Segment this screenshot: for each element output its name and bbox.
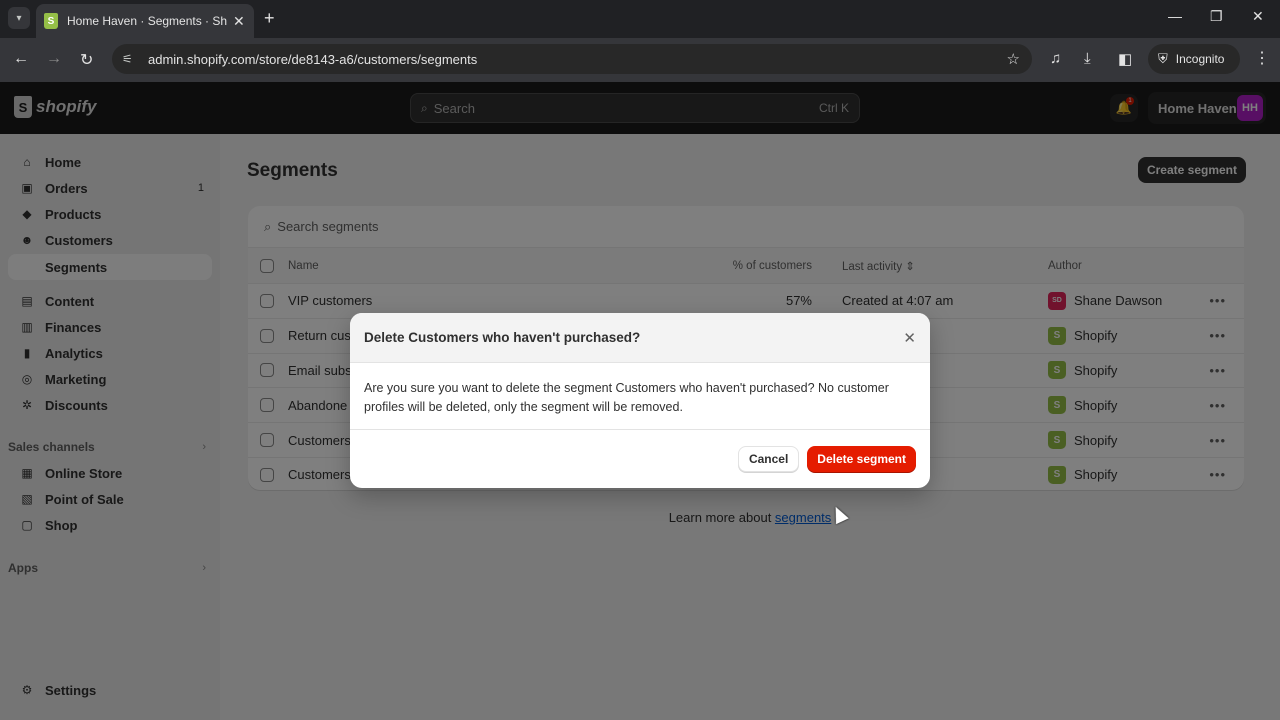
- tab-close-icon[interactable]: ✕: [233, 13, 245, 30]
- cancel-button[interactable]: Cancel: [737, 446, 800, 472]
- browser-menu-icon[interactable]: ⋮: [1254, 48, 1270, 68]
- browser-toolbar: ← → ↻ ⚟ admin.shopify.com/store/de8143-a…: [0, 38, 1280, 82]
- tab-title: Home Haven · Segments · Shopify: [67, 14, 227, 28]
- browser-tab-active[interactable]: S Home Haven · Segments · Shopify ✕: [36, 4, 254, 38]
- delete-segment-modal: Delete Customers who haven't purchased? …: [350, 313, 930, 488]
- modal-close-icon[interactable]: ✕: [903, 329, 916, 347]
- side-panel-icon[interactable]: ◧: [1118, 50, 1132, 68]
- window-close-icon[interactable]: ✕: [1252, 8, 1264, 25]
- shopify-favicon-icon: S: [44, 13, 58, 29]
- modal-footer: Cancel Delete segment: [350, 430, 930, 488]
- modal-title: Delete Customers who haven't purchased?: [364, 330, 641, 345]
- browser-tab-strip: ▾ S Home Haven · Segments · Shopify ✕ + …: [0, 0, 1280, 38]
- incognito-label: Incognito: [1175, 52, 1225, 66]
- modal-body-text: Are you sure you want to delete the segm…: [350, 363, 930, 430]
- url-text[interactable]: admin.shopify.com/store/de8143-a6/custom…: [148, 52, 477, 67]
- reload-icon[interactable]: ↻: [80, 50, 93, 70]
- bookmark-star-icon[interactable]: ☆: [1007, 50, 1020, 68]
- download-icon[interactable]: ⤓: [1084, 50, 1091, 67]
- tab-search-dropdown-icon[interactable]: ▾: [8, 7, 30, 29]
- address-bar[interactable]: ⚟ admin.shopify.com/store/de8143-a6/cust…: [112, 44, 1032, 74]
- incognito-icon: ⛨: [1158, 51, 1168, 66]
- minimize-icon[interactable]: —: [1168, 8, 1182, 24]
- media-controls-icon[interactable]: ♫: [1050, 50, 1061, 67]
- modal-header: Delete Customers who haven't purchased? …: [350, 313, 930, 363]
- incognito-badge[interactable]: ⛨ Incognito: [1148, 44, 1240, 74]
- back-icon[interactable]: ←: [13, 50, 29, 68]
- restore-icon[interactable]: ❐: [1210, 8, 1223, 25]
- new-tab-icon[interactable]: +: [264, 8, 275, 29]
- forward-icon[interactable]: →: [46, 50, 62, 68]
- delete-segment-button[interactable]: Delete segment: [807, 446, 916, 472]
- site-info-icon[interactable]: ⚟: [122, 52, 144, 66]
